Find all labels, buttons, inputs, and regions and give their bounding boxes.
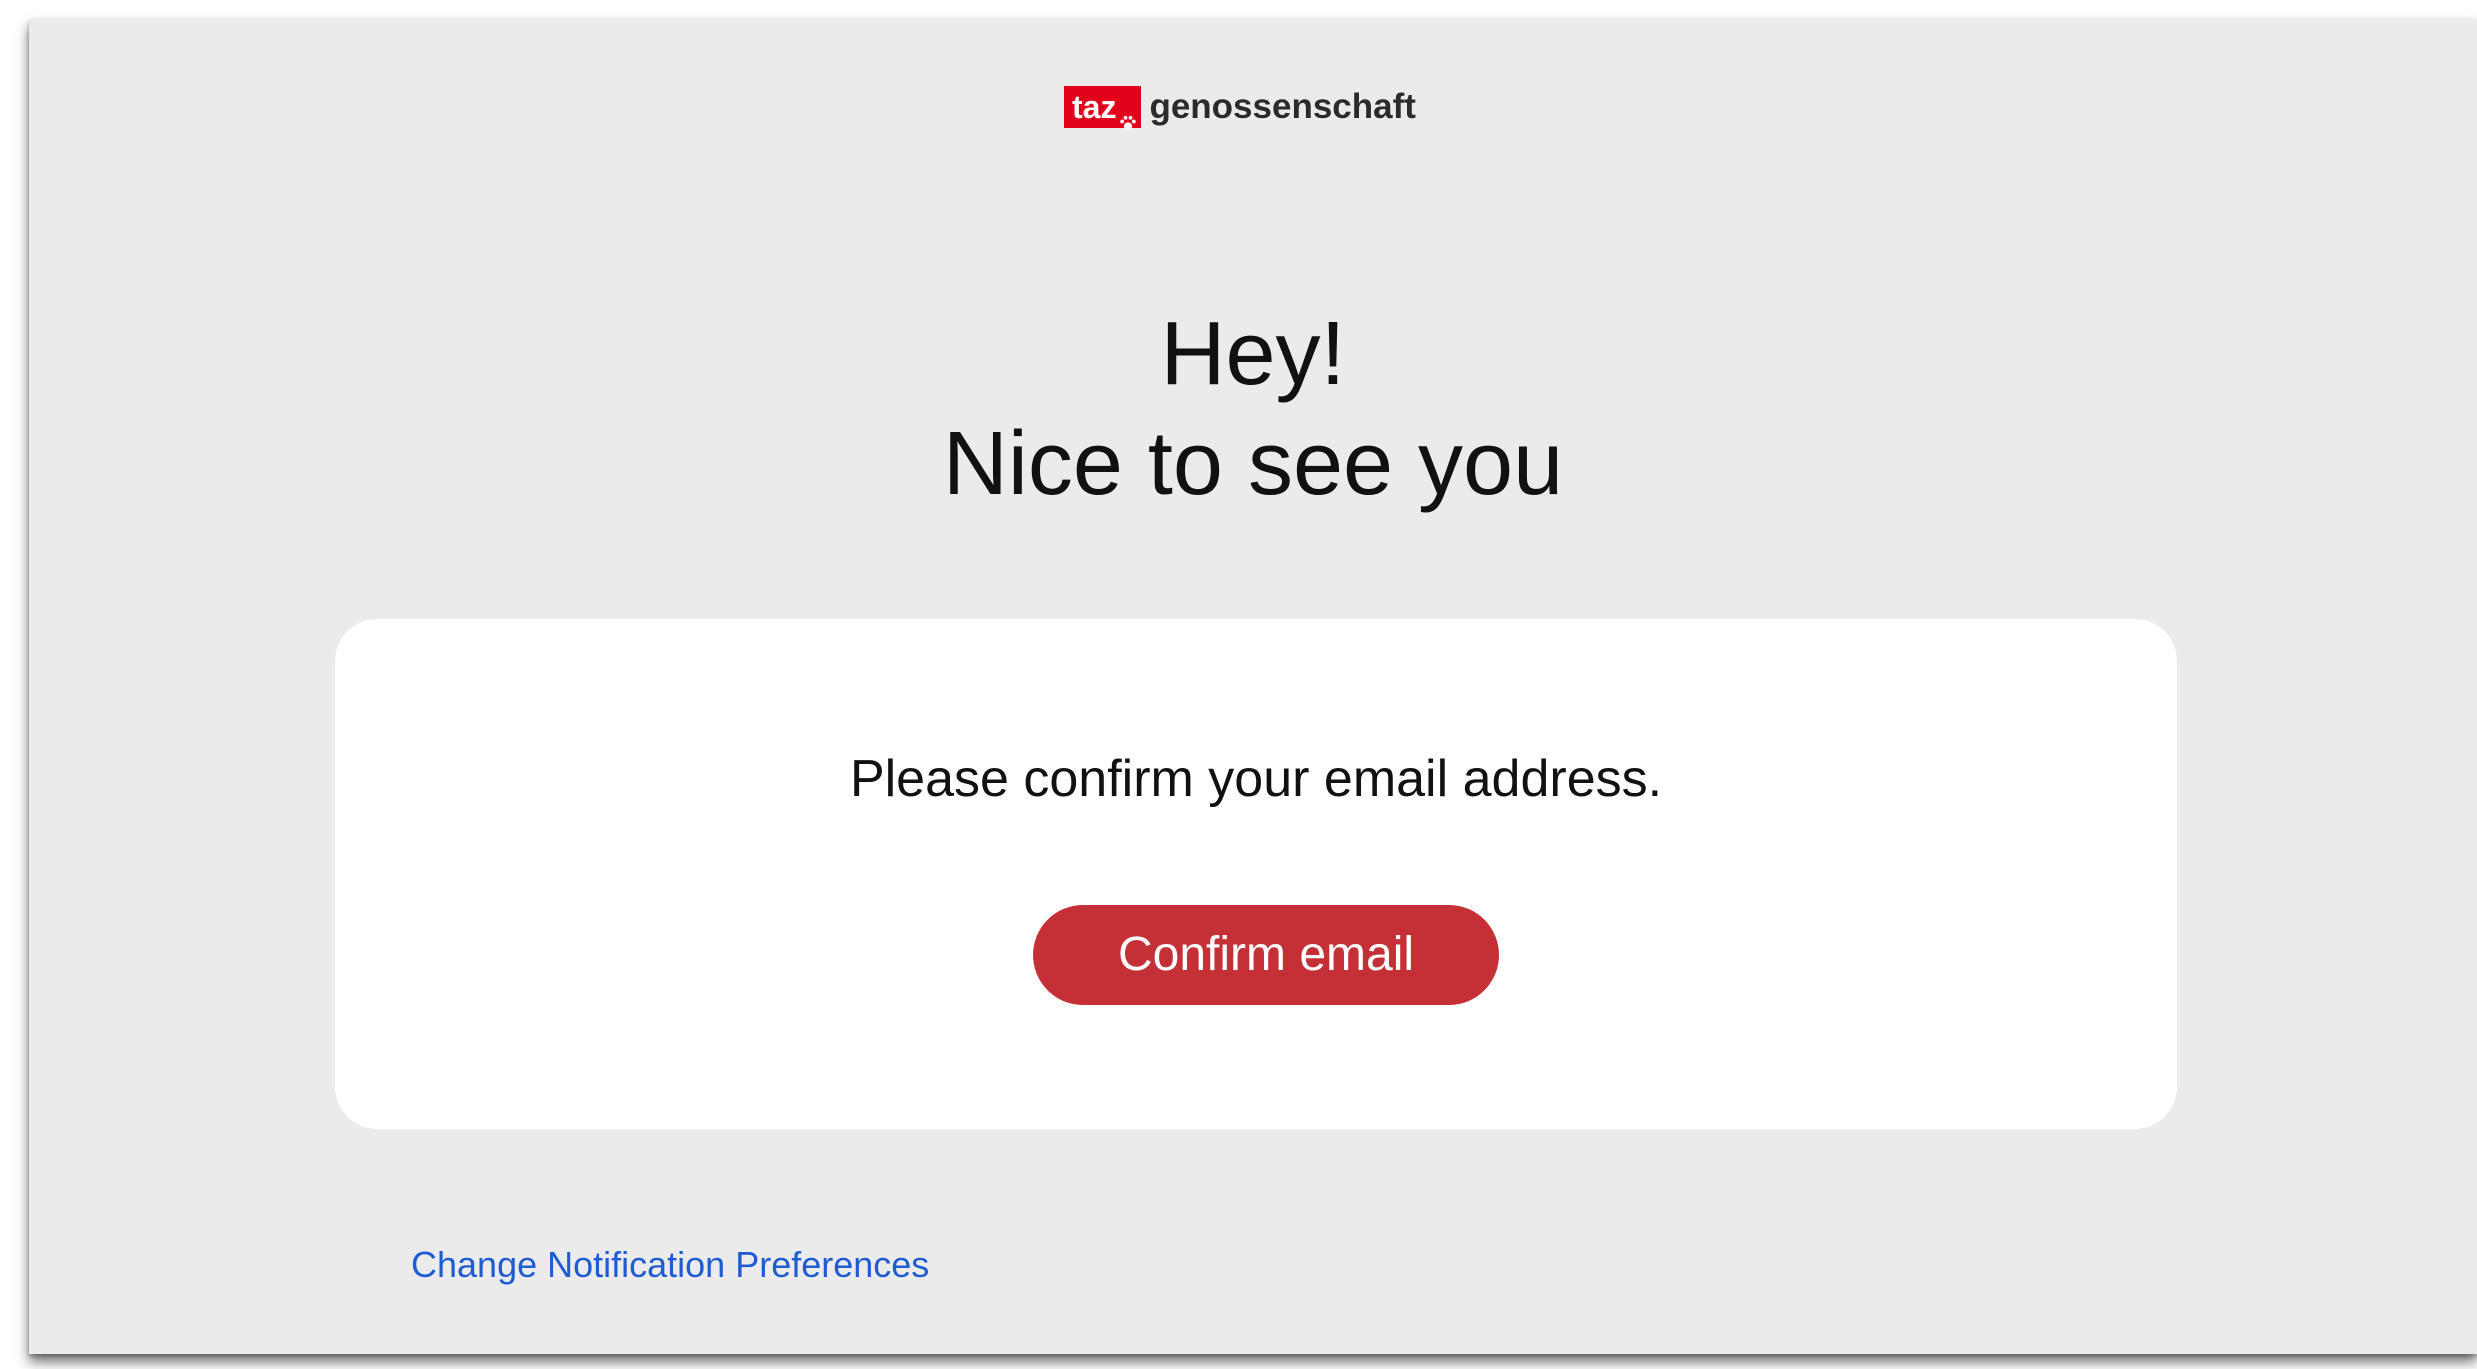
greeting-line-2: Nice to see you: [942, 414, 1564, 514]
confirmation-card: Please confirm your email address. Confi…: [335, 619, 2177, 1129]
greeting-headline: Hey! Nice to see you: [29, 299, 2477, 519]
change-notification-preferences-link[interactable]: Change Notification Preferences: [411, 1244, 929, 1286]
confirm-email-message: Please confirm your email address.: [849, 750, 1663, 808]
email-frame: taz genossenschaft Hey! Nice to see you …: [29, 19, 2477, 1354]
taz-genossenschaft-logo: taz genossenschaft: [1064, 86, 1416, 130]
paw-icon: [1119, 100, 1137, 130]
greeting-line-1: Hey!: [1160, 304, 1346, 404]
genossenschaft-wordmark: genossenschaft: [1149, 87, 1416, 126]
confirm-email-button[interactable]: Confirm email: [1033, 905, 1499, 1005]
taz-logo-text: taz: [1072, 89, 1117, 125]
taz-logo-badge: taz: [1064, 86, 1142, 130]
